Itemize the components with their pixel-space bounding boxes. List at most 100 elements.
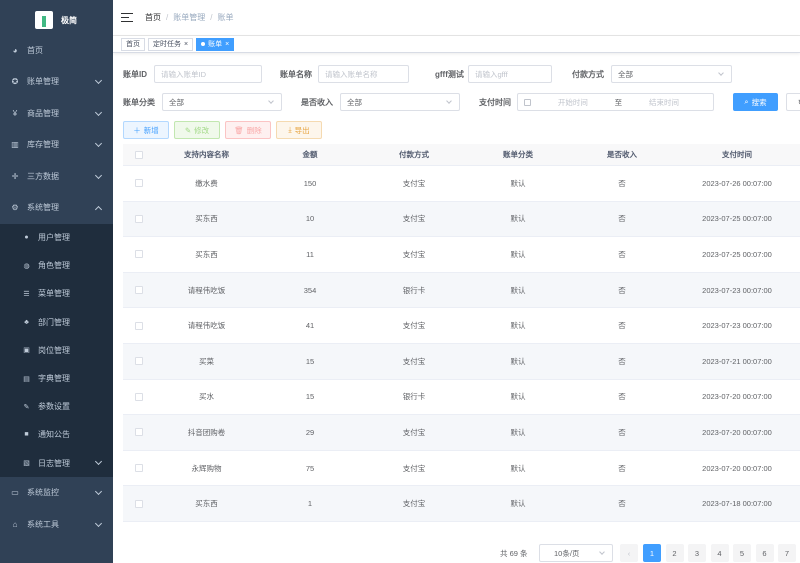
sidebar-item-config[interactable]: ✎ 参数设置: [0, 393, 113, 421]
close-icon[interactable]: ×: [225, 41, 229, 48]
export-button[interactable]: ⤓ 导出: [276, 121, 322, 139]
sidebar-item-system[interactable]: ⚙ 系统管理: [0, 192, 113, 224]
row-checkbox[interactable]: [135, 214, 143, 223]
page-button[interactable]: 6: [755, 544, 774, 562]
reset-button[interactable]: ↻: [786, 93, 800, 111]
yen-icon: ¥: [12, 108, 18, 118]
tool-icon: ⌂: [12, 519, 18, 529]
table-row[interactable]: 买菜 15 支付宝 默认 否 2023-07-21 00:07:00: [123, 343, 800, 380]
table-row[interactable]: 买东西 1 支付宝 默认 否 2023-07-18 00:07:00: [123, 486, 800, 522]
post-icon: ▣: [23, 347, 30, 355]
sidebar-item-tool[interactable]: ⌂ 系统工具: [0, 509, 113, 541]
breadcrumb-home[interactable]: 首页: [145, 12, 161, 23]
sidebar-item-post[interactable]: ▣ 岗位管理: [0, 336, 113, 364]
edit-button[interactable]: ✎ 修改: [174, 121, 220, 139]
sidebar-item-notice[interactable]: ■ 通知公告: [0, 421, 113, 449]
sidebar-item-dict[interactable]: ▤ 字典管理: [0, 364, 113, 392]
tag-home[interactable]: 首页: [121, 37, 145, 51]
trash-icon: 🗑: [234, 125, 244, 135]
sidebar-item-user[interactable]: ● 用户管理: [0, 224, 113, 252]
table-row[interactable]: 买水 15 银行卡 默认 否 2023-07-20 00:07:00: [123, 380, 800, 416]
tag-bill[interactable]: 账单 ×: [196, 37, 235, 51]
pagination: 共 69 条 10条/页 ‹ 1234567: [500, 544, 796, 562]
tag-job[interactable]: 定时任务 ×: [148, 37, 194, 51]
column-header[interactable]: 支付时间: [674, 149, 800, 160]
breadcrumb-current: 账单: [217, 13, 234, 22]
page-button[interactable]: 7: [778, 544, 796, 562]
page-button[interactable]: 1: [643, 544, 661, 562]
bill-name-input[interactable]: 请输入账单名称: [318, 65, 409, 83]
table-row[interactable]: 永辉购物 75 支付宝 默认 否 2023-07-20 00:07:00: [123, 451, 800, 487]
table-cell: 买水: [199, 392, 214, 402]
row-checkbox[interactable]: [135, 321, 143, 330]
sidebar-item-menu[interactable]: ☰ 菜单管理: [0, 280, 113, 308]
chevron-down-icon: [94, 139, 103, 148]
search-button[interactable]: ⌕ 搜索: [733, 93, 778, 111]
sidebar-item-monitor[interactable]: ▭ 系统监控: [0, 477, 113, 509]
sidebar-item-log[interactable]: ▧ 日志管理: [0, 449, 113, 477]
table-cell: 永辉购物: [191, 463, 222, 473]
page-button[interactable]: 3: [688, 544, 706, 562]
column-header[interactable]: 金额: [258, 149, 362, 160]
table-row[interactable]: 买东西 11 支付宝 默认 否 2023-07-25 00:07:00: [123, 237, 800, 273]
peoples-icon: ◍: [23, 262, 30, 270]
pay-method-select[interactable]: 全部: [611, 65, 732, 83]
bill-id-input[interactable]: 请输入账单ID: [154, 65, 262, 83]
sidebar-item-dept[interactable]: ♣ 部门管理: [0, 308, 113, 336]
chevron-down-icon: [268, 98, 274, 104]
start-time-input[interactable]: 开始时间: [558, 97, 588, 108]
sidebar-item-stock[interactable]: ▥ 库存管理: [0, 129, 113, 161]
table-cell: 否: [618, 356, 626, 366]
row-checkbox[interactable]: [135, 286, 143, 295]
logo[interactable]: 极简: [0, 0, 113, 40]
table-cell: 银行卡: [402, 285, 426, 295]
prev-page-button[interactable]: ‹: [620, 544, 638, 562]
table-cell: 默认: [510, 463, 526, 473]
table-row[interactable]: 缴水费 150 支付宝 默认 否 2023-07-26 00:07:00: [123, 166, 800, 202]
gfff-input[interactable]: 请输入gfff: [468, 65, 552, 83]
table-cell: 买菜: [199, 356, 214, 366]
sidebar-item-role[interactable]: ◍ 角色管理: [0, 252, 113, 280]
table-row[interactable]: 请程伟吃饭 354 银行卡 默认 否 2023-07-23 00:07:00: [123, 272, 800, 309]
page-button[interactable]: 2: [665, 544, 684, 562]
hamburger-icon[interactable]: [121, 12, 133, 23]
row-checkbox[interactable]: [135, 250, 143, 259]
breadcrumb: 首页 / 账单管理 / 账单: [145, 12, 233, 23]
add-button[interactable]: ＋ 新增: [123, 121, 169, 139]
close-icon[interactable]: ×: [184, 41, 188, 48]
column-header[interactable]: 是否收入: [570, 149, 674, 160]
sidebar-item-bill[interactable]: ✪ 账单管理: [0, 66, 113, 98]
table-row[interactable]: 请程伟吃饭 41 支付宝 默认 否 2023-07-23 00:07:00: [123, 308, 800, 344]
table-row[interactable]: 抖音团购卷 29 支付宝 默认 否 2023-07-20 00:07:00: [123, 415, 800, 451]
pay-time-range[interactable]: 开始时间 至 结束时间: [517, 93, 714, 111]
column-header[interactable]: 支持内容名称: [155, 149, 258, 160]
table-row[interactable]: 买东西 10 支付宝 默认 否 2023-07-25 00:07:00: [123, 201, 800, 238]
page-size-select[interactable]: 10条/页: [539, 544, 613, 562]
sidebar-item-home[interactable]: ◕ 首页: [0, 40, 113, 60]
table-cell: 默认: [510, 321, 526, 331]
chevron-down-icon: [94, 488, 103, 496]
column-header[interactable]: 账单分类: [466, 149, 570, 160]
income-select[interactable]: 全部: [340, 93, 460, 111]
sidebar-item-label: 库存管理: [27, 140, 59, 150]
row-checkbox[interactable]: [135, 464, 143, 473]
select-all-checkbox[interactable]: [135, 150, 143, 159]
table-cell: 支付宝: [402, 178, 426, 188]
table-cell: 2023-07-25 00:07:00: [702, 214, 772, 224]
row-checkbox[interactable]: [135, 499, 143, 508]
row-checkbox[interactable]: [135, 392, 143, 401]
breadcrumb-bill-manage: 账单管理: [173, 13, 206, 22]
delete-button[interactable]: 🗑 删除: [225, 121, 271, 139]
end-time-input[interactable]: 结束时间: [649, 97, 679, 108]
column-header[interactable]: 付款方式: [362, 149, 466, 160]
chevron-down-icon: [94, 457, 103, 466]
sidebar-item-label: 参数设置: [38, 402, 70, 412]
sidebar-item-third-party[interactable]: ✛ 三方数据: [0, 161, 113, 193]
row-checkbox[interactable]: [135, 357, 143, 366]
category-select[interactable]: 全部: [162, 93, 282, 111]
page-button[interactable]: 4: [710, 544, 729, 562]
row-checkbox[interactable]: [135, 428, 143, 437]
page-button[interactable]: 5: [733, 544, 751, 562]
row-checkbox[interactable]: [135, 179, 143, 188]
sidebar-item-goods[interactable]: ¥ 商品管理: [0, 98, 113, 130]
